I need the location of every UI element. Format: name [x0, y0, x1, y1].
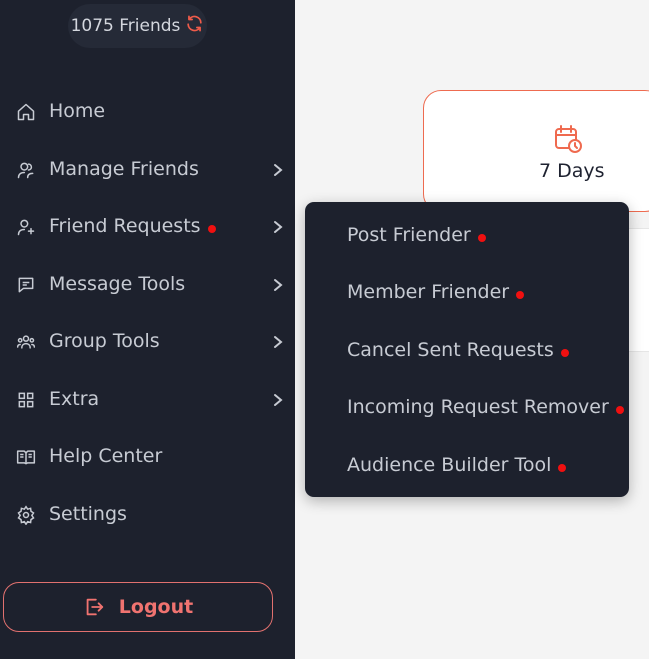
sidebar: 1075 Friends Home Manage Friends Friend …: [0, 0, 295, 659]
sidebar-item-label: Manage Friends: [49, 158, 199, 180]
submenu-item-label: Audience Builder Tool: [347, 454, 552, 476]
submenu-item-audience-builder-tool[interactable]: Audience Builder Tool: [347, 454, 567, 476]
logout-label: Logout: [118, 596, 194, 618]
sidebar-item-label: Home: [49, 100, 106, 122]
submenu-item-label: Incoming Request Remover: [347, 396, 609, 418]
sidebar-item-friend-requests[interactable]: Friend Requests: [0, 207, 295, 247]
sidebar-item-label: Settings: [49, 503, 127, 525]
friend-requests-submenu: Post Friender Member Friender Cancel Sen…: [305, 202, 629, 497]
sidebar-item-label: Extra: [49, 388, 100, 410]
notification-dot: [477, 234, 486, 242]
notification-dot: [560, 349, 569, 357]
calendar-clock-icon: [553, 124, 583, 154]
gear-icon: [16, 505, 36, 525]
grid-icon: [16, 390, 36, 410]
submenu-item-label: Cancel Sent Requests: [347, 339, 554, 361]
home-icon: [16, 102, 36, 122]
notification-dot: [615, 406, 624, 414]
submenu-item-incoming-request-remover[interactable]: Incoming Request Remover: [347, 396, 624, 418]
sidebar-item-label: Help Center: [49, 445, 163, 467]
sidebar-item-help-center[interactable]: Help Center: [0, 437, 295, 477]
friends-count: 1075 Friends: [70, 16, 181, 36]
chevron-right-icon: [271, 162, 285, 178]
submenu-item-member-friender[interactable]: Member Friender: [347, 281, 525, 303]
submenu-item-label: Post Friender: [347, 224, 471, 246]
sidebar-item-manage-friends[interactable]: Manage Friends: [0, 150, 295, 190]
book-icon: [16, 447, 36, 467]
group-icon: [16, 332, 36, 352]
user-plus-icon: [16, 217, 36, 237]
notification-dot: [207, 225, 216, 233]
friend-requests-text: Friend Requests: [49, 215, 201, 237]
sidebar-item-label: Friend Requests: [49, 215, 216, 237]
message-icon: [16, 275, 36, 295]
sidebar-item-group-tools[interactable]: Group Tools: [0, 322, 295, 362]
chevron-right-icon: [271, 392, 285, 408]
refresh-icon[interactable]: [185, 14, 204, 38]
sidebar-item-home[interactable]: Home: [0, 92, 295, 132]
card-label: 7 Days: [539, 160, 605, 182]
sidebar-item-extra[interactable]: Extra: [0, 380, 295, 420]
chevron-right-icon: [271, 219, 285, 235]
notification-dot: [516, 291, 525, 299]
submenu-item-post-friender[interactable]: Post Friender: [347, 224, 486, 246]
logout-button[interactable]: Logout: [3, 582, 273, 632]
friends-count-badge[interactable]: 1075 Friends: [68, 4, 207, 48]
chevron-right-icon: [271, 277, 285, 293]
logout-icon: [83, 596, 105, 618]
sidebar-item-label: Group Tools: [49, 330, 160, 352]
users-icon: [16, 160, 36, 180]
sidebar-item-label: Message Tools: [49, 273, 186, 295]
submenu-item-cancel-sent-requests[interactable]: Cancel Sent Requests: [347, 339, 569, 361]
time-range-card[interactable]: 7 Days: [423, 90, 649, 212]
sidebar-item-message-tools[interactable]: Message Tools: [0, 265, 295, 305]
sidebar-item-settings[interactable]: Settings: [0, 495, 295, 535]
submenu-item-label: Member Friender: [347, 281, 510, 303]
chevron-right-icon: [271, 334, 285, 350]
notification-dot: [558, 464, 567, 472]
